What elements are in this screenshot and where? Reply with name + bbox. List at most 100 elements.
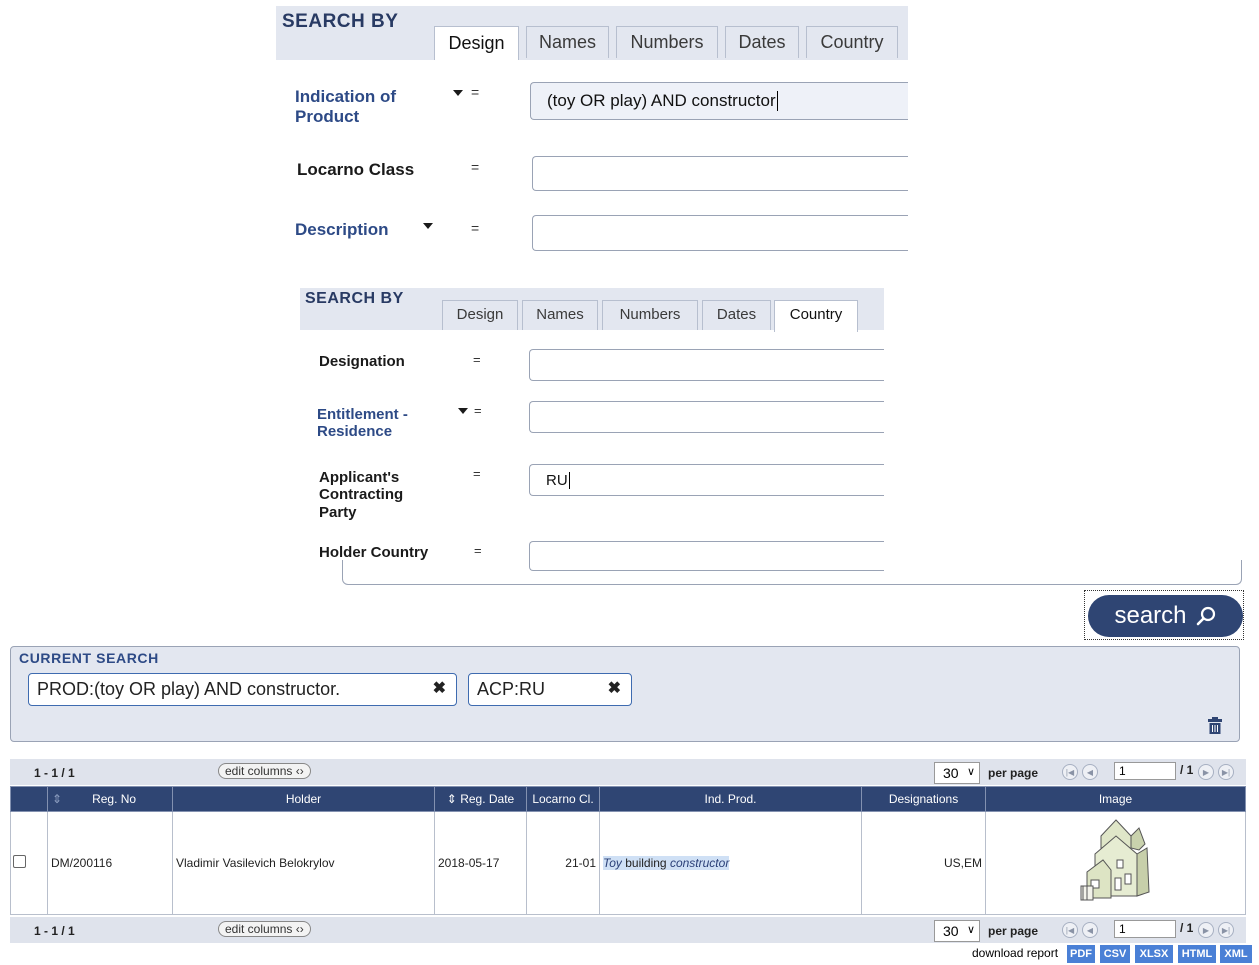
operator-equals: = <box>471 159 480 175</box>
description-label: Description <box>295 220 389 239</box>
text-cursor <box>568 471 570 489</box>
entitlement-residence-input[interactable] <box>529 401 884 433</box>
tab-numbers[interactable]: Numbers <box>602 300 698 330</box>
applicants-contracting-party-input[interactable]: RU <box>529 464 884 496</box>
per-page-select[interactable]: 30 ∨ <box>934 920 980 942</box>
table-row[interactable]: DM/200116 Vladimir Vasilevich Belokrylov… <box>10 811 1246 915</box>
tab-design[interactable]: Design <box>442 300 518 330</box>
input-value: RU <box>546 471 568 489</box>
tab-country[interactable]: Country <box>806 26 898 58</box>
locarno-class-input[interactable] <box>532 156 908 191</box>
page-total: / 1 <box>1180 921 1194 935</box>
remove-chip-icon[interactable]: ✖ <box>608 678 621 698</box>
label-line: Product <box>295 106 360 126</box>
next-page-icon[interactable]: ▶ <box>1198 764 1214 780</box>
design-thumbnail-image[interactable] <box>1072 813 1159 910</box>
indication-of-product-input[interactable]: (toy OR play) AND constructor <box>530 82 908 120</box>
operator-equals: = <box>471 84 480 100</box>
column-header-locarno[interactable]: Locarno Cl. <box>526 786 600 812</box>
edit-columns-label: edit columns <box>225 922 293 936</box>
per-page-select[interactable]: 30 ∨ <box>934 762 980 784</box>
column-header-reg-no[interactable]: ⇕ Reg. No <box>47 786 173 812</box>
ind-prod-cell: Toy building constructor <box>599 811 862 915</box>
download-html-button[interactable]: HTML <box>1178 945 1216 963</box>
page-total: / 1 <box>1180 763 1194 777</box>
reg-date-cell: 2018-05-17 <box>434 811 527 915</box>
operator-equals: = <box>474 543 482 558</box>
label-line: Indication of <box>295 87 397 106</box>
download-xml-button[interactable]: XML <box>1220 945 1252 963</box>
dropdown-arrow-icon[interactable] <box>458 408 468 414</box>
text-cursor <box>776 91 778 111</box>
remove-chip-icon[interactable]: ✖ <box>433 678 446 698</box>
download-xlsx-button[interactable]: XLSX <box>1135 945 1173 963</box>
reg-no-cell[interactable]: DM/200116 <box>47 811 173 915</box>
designation-input[interactable] <box>529 349 884 381</box>
download-pdf-button[interactable]: PDF <box>1067 945 1095 963</box>
operator-equals: = <box>474 403 482 418</box>
prev-page-icon[interactable]: ◀ <box>1082 764 1098 780</box>
arrows-icon: ‹› <box>295 764 304 778</box>
description-input[interactable] <box>532 215 908 251</box>
label-line: Entitlement - <box>317 406 408 423</box>
trash-icon[interactable] <box>1207 717 1223 735</box>
chip-label: PROD:(toy OR play) AND constructor. <box>37 679 341 699</box>
tab-design[interactable]: Design <box>434 26 519 60</box>
search-chip-acp[interactable]: ACP:RU ✖ <box>468 673 632 706</box>
download-csv-button[interactable]: CSV <box>1100 945 1130 963</box>
per-page-value: 30 <box>943 923 959 939</box>
sort-icon[interactable]: ⇕ <box>52 792 62 806</box>
tab-dates[interactable]: Dates <box>725 26 799 58</box>
sort-icon[interactable]: ⇕ <box>447 792 457 806</box>
magnifier-icon <box>1196 606 1215 626</box>
tab-dates[interactable]: Dates <box>702 300 771 330</box>
designations-cell: US,EM <box>861 811 986 915</box>
label-line: Applicant's <box>319 469 400 486</box>
results-table: ⇕ Reg. No Holder ⇕ Reg. Date Locarno Cl. … <box>10 786 1246 915</box>
column-header-designations[interactable]: Designations <box>861 786 986 812</box>
row-checkbox[interactable] <box>13 855 26 868</box>
search-chip-prod[interactable]: PROD:(toy OR play) AND constructor. ✖ <box>28 673 457 706</box>
edit-columns-button[interactable]: edit columns ‹› <box>218 763 311 779</box>
label-line: Residence <box>317 423 393 441</box>
last-page-icon[interactable]: ▶| <box>1218 922 1234 938</box>
chip-label: ACP:RU <box>477 679 546 699</box>
result-count: 1 - 1 / 1 <box>34 766 75 780</box>
column-header-ind-prod[interactable]: Ind. Prod. <box>599 786 862 812</box>
dropdown-arrow-icon[interactable] <box>453 90 463 96</box>
tab-names[interactable]: Names <box>526 26 609 58</box>
column-header-image[interactable]: Image <box>985 786 1246 812</box>
operator-equals: = <box>473 466 481 481</box>
dropdown-arrow-icon[interactable] <box>423 223 433 229</box>
tab-names[interactable]: Names <box>522 300 598 330</box>
column-header-holder[interactable]: Holder <box>172 786 435 812</box>
tab-numbers[interactable]: Numbers <box>616 26 718 58</box>
column-header-reg-date[interactable]: ⇕ Reg. Date <box>434 786 527 812</box>
column-label: Reg. Date <box>460 792 515 806</box>
edit-columns-button[interactable]: edit columns ‹› <box>218 921 311 937</box>
search-button[interactable]: search <box>1088 595 1243 637</box>
label-line: Party <box>319 503 357 521</box>
product-text: building <box>621 856 670 870</box>
table-header-row: ⇕ Reg. No Holder ⇕ Reg. Date Locarno Cl. … <box>10 786 1246 812</box>
designation-label: Designation <box>319 353 405 370</box>
next-page-icon[interactable]: ▶ <box>1198 922 1214 938</box>
search-by-panel-design: SEARCH BY Design Names Numbers Dates Cou… <box>276 6 908 288</box>
last-page-icon[interactable]: ▶| <box>1218 764 1234 780</box>
page-number-input[interactable]: 1 <box>1114 920 1176 938</box>
indication-of-product-label: Indication of Product <box>295 87 396 126</box>
search-by-title: SEARCH BY <box>305 290 404 307</box>
input-value: (toy OR play) AND constructor <box>547 91 776 110</box>
tab-country[interactable]: Country <box>774 300 858 332</box>
chevron-down-icon: ∨ <box>966 766 975 778</box>
applicants-contracting-party-label: Applicant's Contracting Party <box>319 469 403 521</box>
operator-equals: = <box>471 220 480 236</box>
edit-columns-label: edit columns <box>225 764 293 778</box>
results-toolbar-top: 1 - 1 / 1 edit columns ‹› 30 ∨ per page |… <box>10 759 1246 785</box>
page-number-input[interactable]: 1 <box>1114 762 1176 780</box>
first-page-icon[interactable]: |◀ <box>1062 764 1078 780</box>
first-page-icon[interactable]: |◀ <box>1062 922 1078 938</box>
prev-page-icon[interactable]: ◀ <box>1082 922 1098 938</box>
column-label: Reg. No <box>92 792 137 806</box>
search-by-title: SEARCH BY <box>282 11 399 32</box>
